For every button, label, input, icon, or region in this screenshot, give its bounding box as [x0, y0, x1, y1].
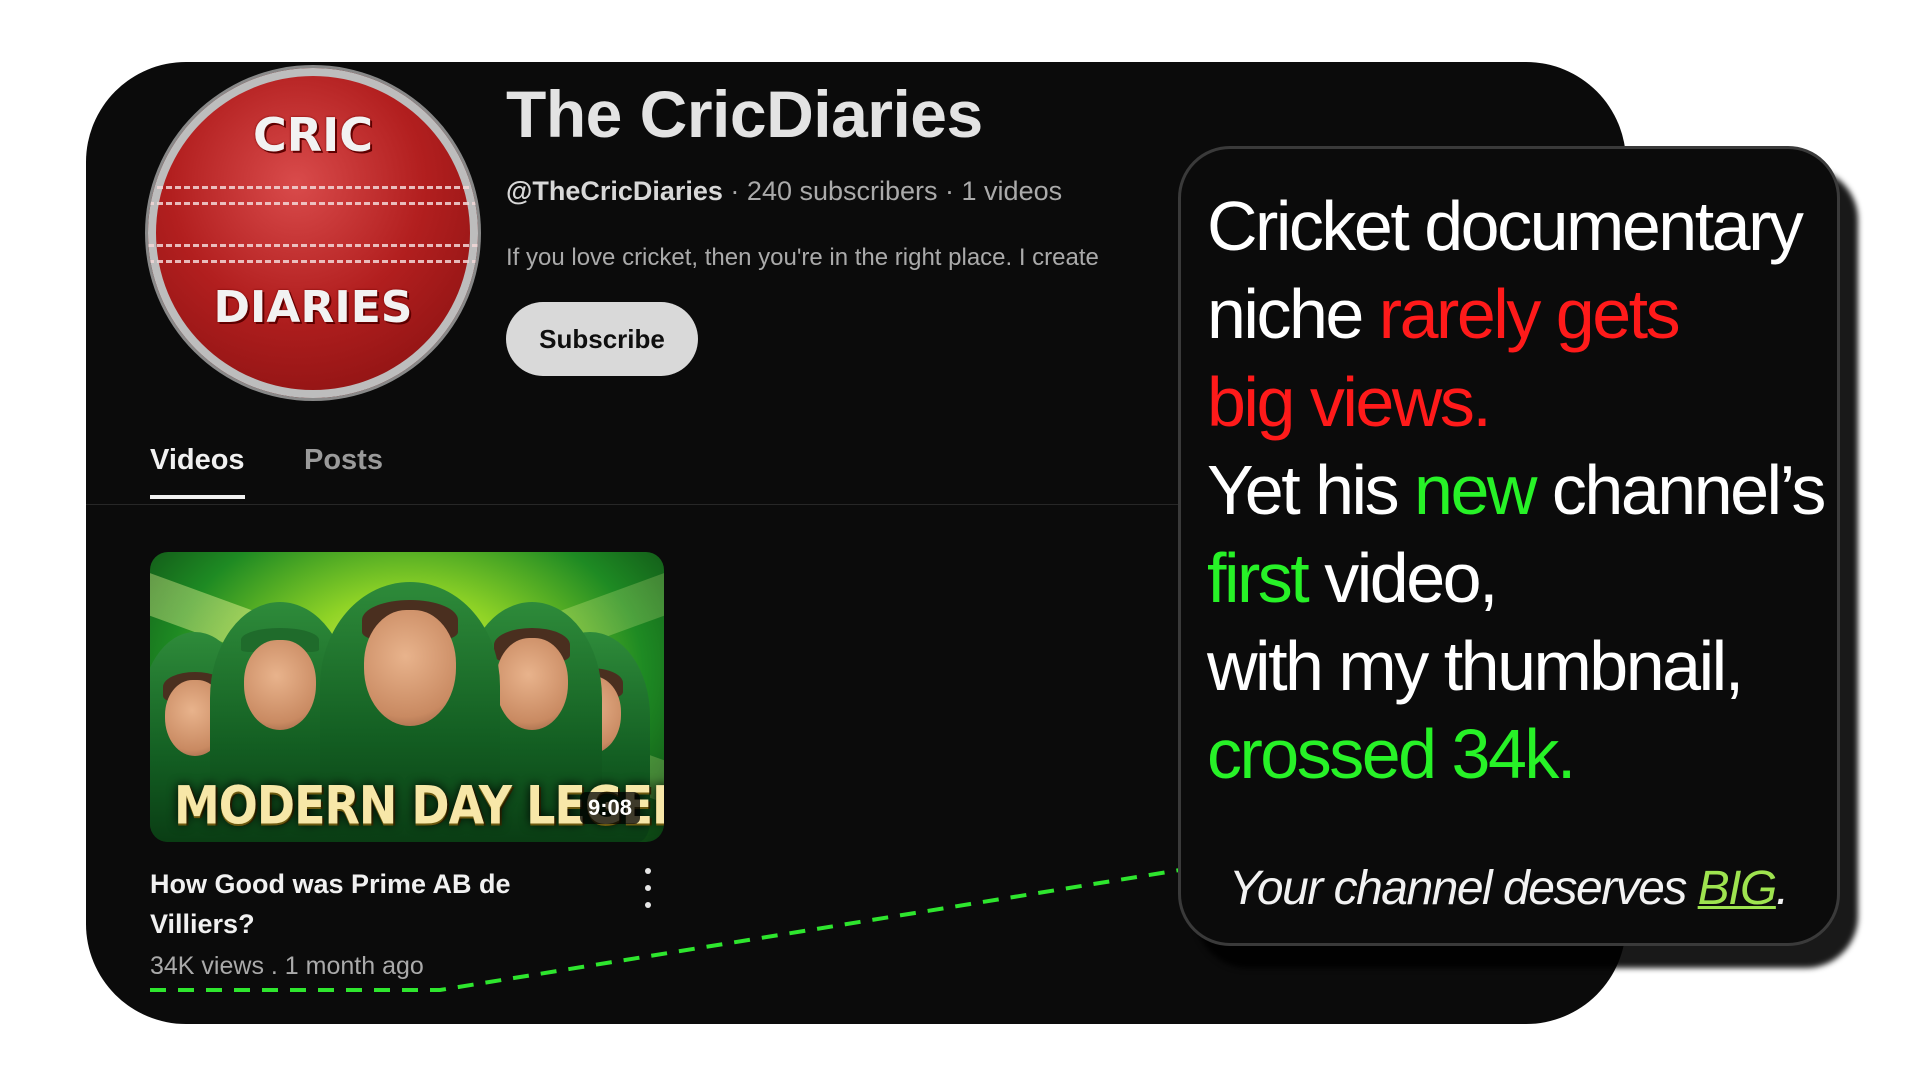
tagline-highlight: BIG	[1697, 862, 1778, 915]
callout-line: first video,	[1207, 543, 1499, 613]
video-title[interactable]: How Good was Prime AB de Villiers?	[150, 864, 550, 944]
tagline-prefix: Your channel deserves	[1229, 862, 1698, 915]
video-duration: 9:08	[579, 792, 640, 824]
meta-separator: ·	[722, 176, 747, 206]
tab-posts[interactable]: Posts	[304, 444, 383, 495]
video-thumbnail[interactable]: MODERN DAY LEGEND 9:08	[150, 552, 664, 842]
tab-videos[interactable]: Videos	[150, 444, 245, 499]
callout-line: big views.	[1207, 367, 1492, 437]
callout-segment: big views.	[1207, 363, 1492, 441]
callout-segment: first	[1207, 539, 1310, 617]
more-options-icon[interactable]	[638, 868, 658, 908]
tagline: Your channel deserves BIG.	[1229, 861, 1789, 916]
subscribe-button[interactable]: Subscribe	[506, 302, 698, 376]
callout-line: Cricket documentary	[1207, 191, 1804, 261]
channel-handle[interactable]: @TheCricDiaries	[506, 176, 723, 206]
channel-avatar[interactable]: CRIC DIARIES	[148, 68, 478, 398]
callout-segment: with my thumbnail,	[1207, 627, 1744, 705]
callout-segment: channel’s	[1534, 451, 1827, 529]
callout-segment: niche	[1207, 275, 1379, 353]
meta-separator: .	[263, 952, 285, 980]
callout-segment: video,	[1307, 539, 1498, 617]
callout-line: with my thumbnail,	[1207, 631, 1744, 701]
meta-separator: ·	[937, 176, 962, 206]
avatar-text-top: CRIC	[252, 108, 374, 162]
callout-line: Yet his new channel’s	[1207, 455, 1826, 525]
video-count: 1 videos	[961, 176, 1063, 206]
callout-segment: new	[1414, 451, 1537, 529]
subscriber-count: 240 subscribers	[746, 176, 938, 206]
channel-title: The CricDiaries	[506, 77, 983, 151]
avatar-text-bottom: DIARIES	[213, 282, 413, 333]
callout-line: crossed 34k.	[1207, 719, 1576, 789]
callout-segment: Cricket documentary	[1207, 187, 1804, 265]
video-age: 1 month ago	[284, 952, 424, 980]
callout-line: niche rarely gets	[1207, 279, 1681, 349]
callout-segment: rarely gets	[1378, 275, 1681, 353]
callout-segment: crossed 34k.	[1207, 715, 1576, 793]
channel-description[interactable]: If you love cricket, then you're in the …	[506, 244, 1226, 272]
callout-card: Cricket documentary niche rarely gets bi…	[1178, 146, 1840, 946]
video-meta: 34K views . 1 month ago	[150, 952, 424, 981]
tagline-suffix: .	[1775, 862, 1789, 915]
channel-meta: @TheCricDiaries · 240 subscribers · 1 vi…	[506, 176, 1062, 207]
callout-segment: Yet his	[1207, 451, 1415, 529]
video-views: 34K views	[150, 952, 264, 980]
